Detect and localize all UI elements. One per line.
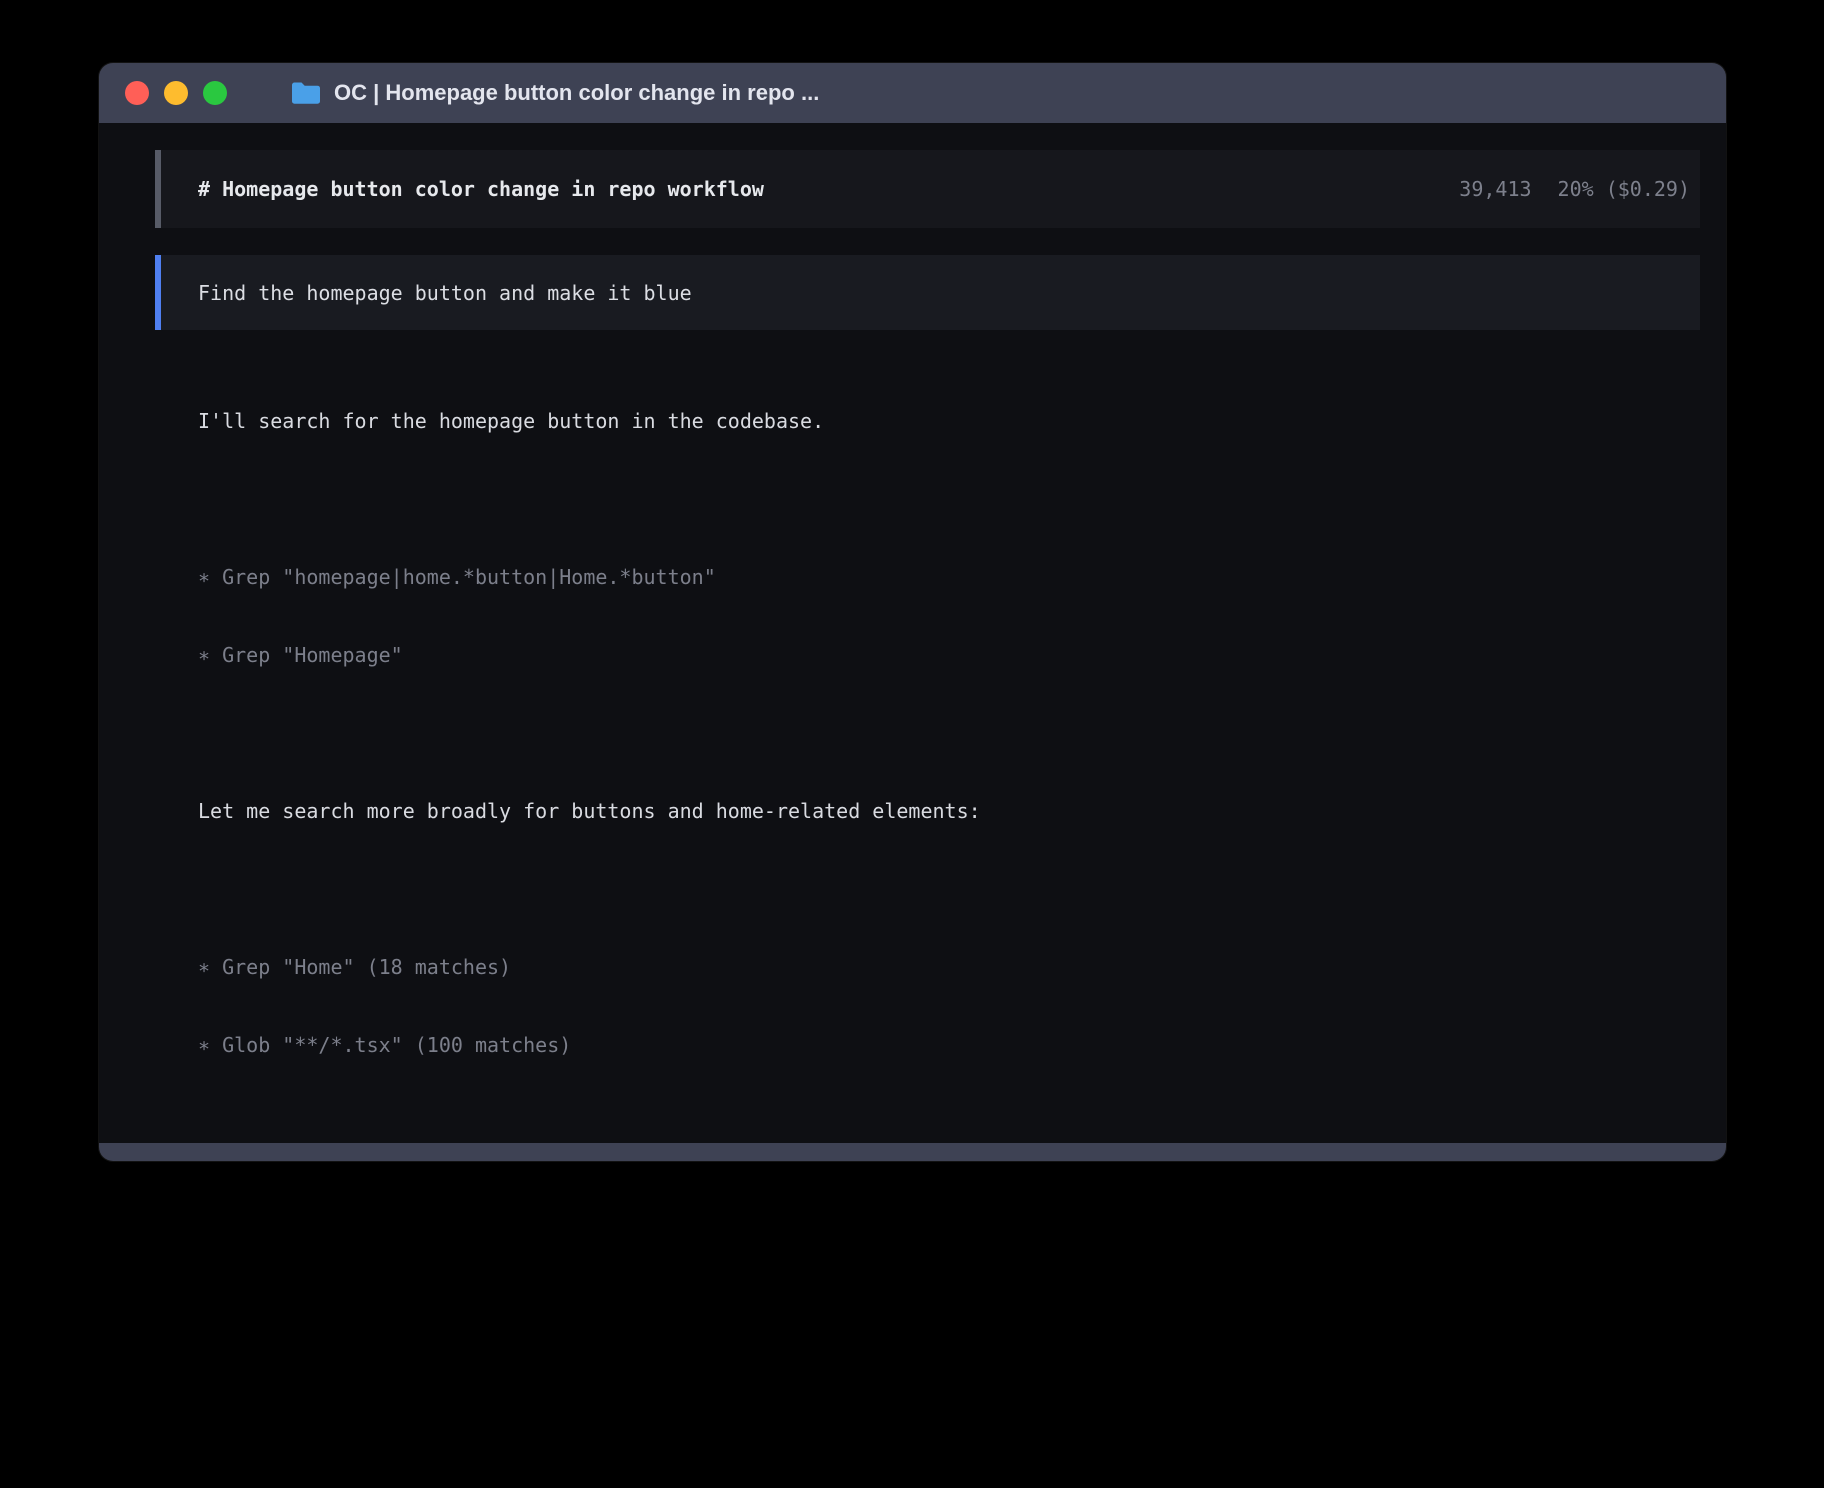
window-titlebar[interactable]: OC | Homepage button color change in rep…: [99, 63, 1726, 123]
terminal-window: OC | Homepage button color change in rep…: [99, 63, 1726, 1161]
tool-call-group: ∗ Grep "homepage|home.*button|Home.*butt…: [198, 512, 1408, 720]
tool-call-group: ∗ Grep "Home" (18 matches) ∗ Glob "**/*.…: [198, 902, 1408, 1110]
minimize-window-button[interactable]: [164, 81, 188, 105]
tool-call-line: ∗ Grep "Homepage": [198, 642, 1408, 668]
assistant-message: I found several "Home" links. Let me loo…: [198, 1136, 1408, 1143]
session-title: # Homepage button color change in repo w…: [198, 177, 764, 201]
zoom-window-button[interactable]: [203, 81, 227, 105]
tool-call-line: ∗ Grep "homepage|home.*button|Home.*butt…: [198, 564, 1408, 590]
titlebar-title-group: OC | Homepage button color change in rep…: [290, 80, 819, 106]
tool-call-line: ∗ Glob "**/*.tsx" (100 matches): [198, 1032, 1408, 1058]
terminal-content: # Homepage button color change in repo w…: [99, 123, 1726, 1143]
context-usage: 20% ($0.29): [1558, 177, 1690, 201]
tool-call-line: ∗ Grep "Home" (18 matches): [198, 954, 1408, 980]
assistant-message: I'll search for the homepage button in t…: [198, 356, 1408, 486]
assistant-message: Let me search more broadly for buttons a…: [198, 746, 1408, 876]
conversation-transcript: I'll search for the homepage button in t…: [198, 356, 1700, 1143]
traffic-lights: [125, 81, 227, 105]
session-header: # Homepage button color change in repo w…: [155, 150, 1700, 228]
folder-icon: [290, 81, 320, 105]
close-window-button[interactable]: [125, 81, 149, 105]
user-message: Find the homepage button and make it blu…: [155, 255, 1700, 330]
token-count: 39,413: [1459, 177, 1531, 201]
session-stats: 39,413 20% ($0.29): [1459, 177, 1690, 201]
window-title: OC | Homepage button color change in rep…: [334, 80, 819, 106]
user-message-text: Find the homepage button and make it blu…: [198, 281, 692, 305]
